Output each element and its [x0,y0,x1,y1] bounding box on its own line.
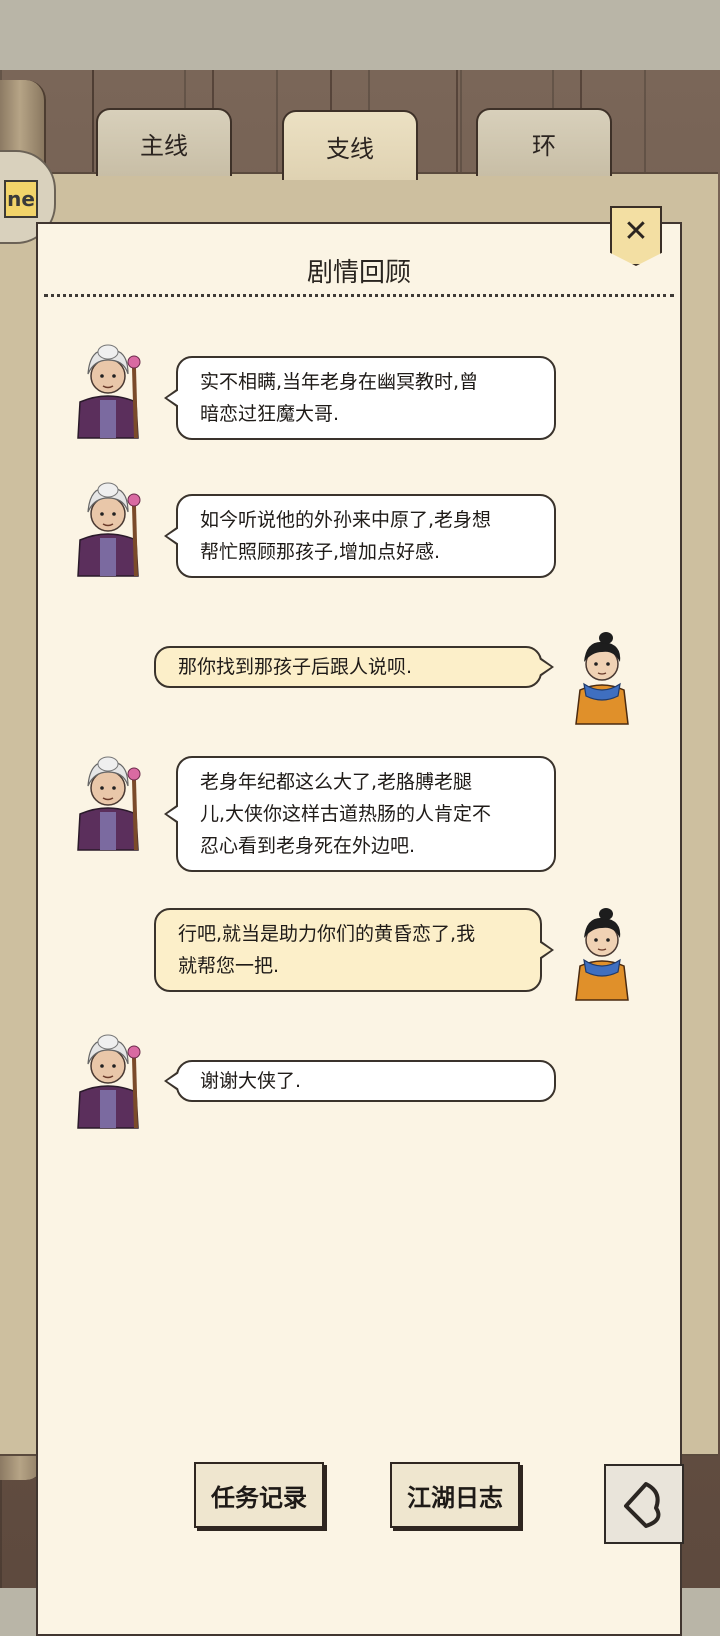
hero-avatar [562,902,642,1002]
jianghu-diary-button[interactable]: 江湖日志 [390,1462,520,1528]
title-divider [44,294,674,297]
badge-icon: ne [4,180,38,218]
hero-avatar [562,626,642,726]
tab-main-quest[interactable]: 主线 [96,108,232,176]
back-arrow-icon [624,1482,661,1528]
old-woman-avatar [68,340,148,440]
back-button[interactable] [604,1464,684,1544]
dialogue-bubble: 老身年纪都这么大了,老胳膊老腿 儿,大侠你这样古道热肠的人肯定不 忍心看到老身死… [164,756,556,872]
tab-side-quest[interactable]: 支线 [282,110,418,180]
old-woman-avatar [68,752,148,852]
dialogue-bubble: 行吧,就当是助力你们的黄昏恋了,我 就帮您一把. [154,908,554,992]
close-icon: ✕ [623,214,649,249]
dialogue-bubble: 实不相瞒,当年老身在幽冥教时,曾 暗恋过狂魔大哥. [164,356,556,440]
old-woman-avatar [68,1030,148,1130]
task-log-button[interactable]: 任务记录 [194,1462,324,1528]
old-woman-avatar [68,478,148,578]
panel-title: 剧情回顾 [306,258,411,288]
tab-ring-quest[interactable]: 环 [476,108,612,176]
dialogue-bubble: 如今听说他的外孙来中原了,老身想 帮忙照顾那孩子,增加点好感. [164,494,556,578]
dialogue-bubble: 谢谢大侠了. [164,1060,556,1102]
dialogue-bubble: 那你找到那孩子后跟人说呗. [154,646,554,688]
